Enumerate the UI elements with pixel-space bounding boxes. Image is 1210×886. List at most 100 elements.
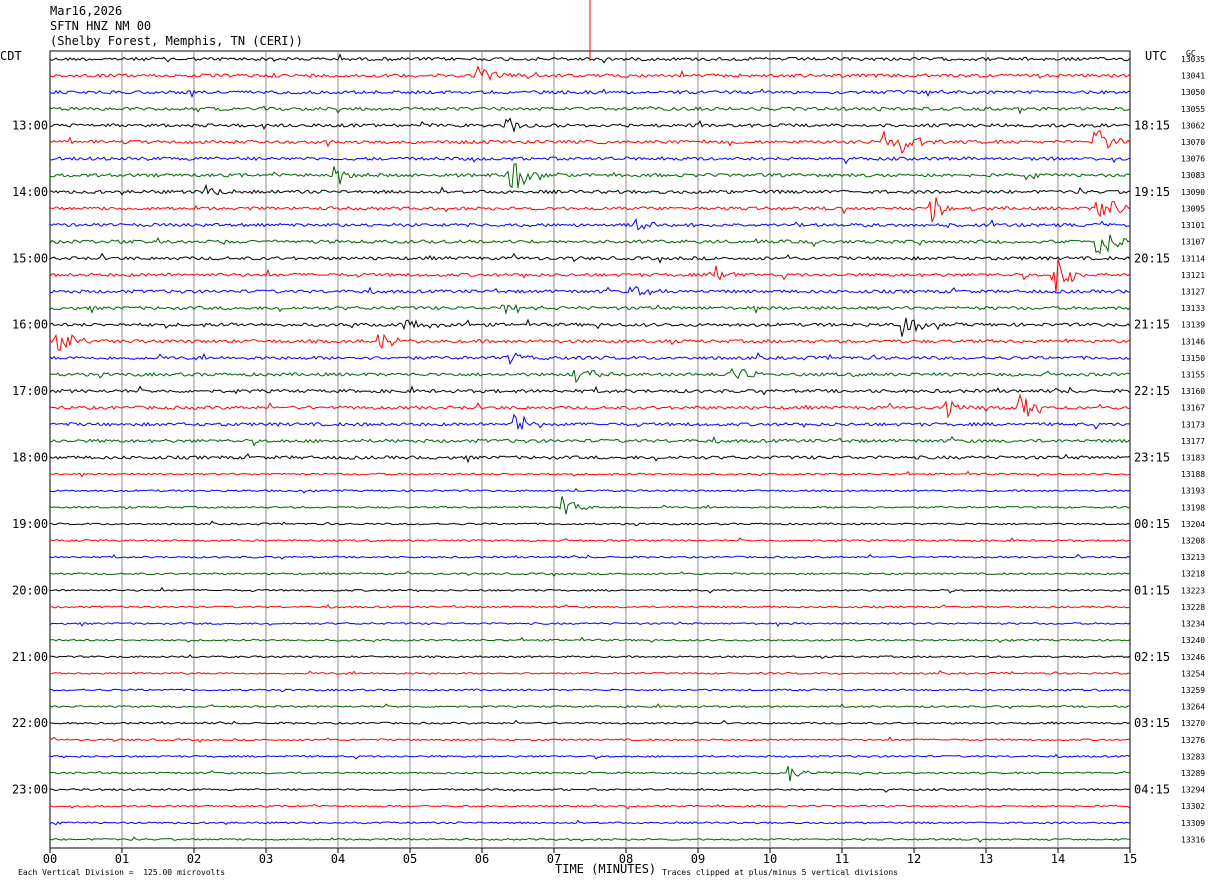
trace-row-35 [49, 636, 1131, 644]
trace-row-37 [49, 669, 1131, 675]
x-tick-label: 13 [979, 852, 993, 866]
cdt-hour-label: 19:00 [12, 517, 48, 531]
gc-count-22: 13173 [1181, 420, 1205, 429]
gc-count-43: 13289 [1181, 769, 1205, 778]
gc-count-36: 13246 [1181, 653, 1205, 662]
gc-count-33: 13228 [1181, 603, 1205, 612]
utc-hour-label: 18:15 [1134, 118, 1170, 132]
trace-row-22 [49, 413, 1130, 431]
trace-row-11 [49, 234, 1131, 255]
trace-row-18 [49, 351, 1131, 366]
trace-row-44 [50, 787, 1131, 793]
gc-count-40: 13270 [1181, 719, 1205, 728]
x-tick-label: 03 [259, 852, 273, 866]
trace-row-32 [49, 586, 1131, 594]
cdt-hour-label: 23:00 [12, 783, 48, 797]
cdt-hour-label: 20:00 [12, 583, 48, 597]
gc-count-6: 13076 [1181, 155, 1205, 164]
gc-count-17: 13146 [1181, 337, 1205, 346]
trace-row-20 [49, 385, 1131, 396]
trace-row-27 [49, 496, 1131, 515]
gc-count-3: 13055 [1181, 105, 1205, 114]
gc-count-23: 13177 [1181, 437, 1205, 446]
utc-hour-label: 03:15 [1134, 716, 1170, 730]
x-tick-label: 02 [187, 852, 201, 866]
x-tick-label: 12 [907, 852, 921, 866]
x-tick-label: 14 [1051, 852, 1065, 866]
trace-row-12 [49, 252, 1131, 264]
gc-count-7: 13083 [1181, 171, 1205, 180]
gc-count-29: 13208 [1181, 537, 1205, 546]
x-tick-label: 11 [835, 852, 849, 866]
gc-count-46: 13309 [1181, 819, 1205, 828]
utc-hour-label: 22:15 [1134, 384, 1170, 398]
cdt-hour-label: 16:00 [12, 318, 48, 332]
gc-count-25: 13188 [1181, 470, 1205, 479]
x-tick-label: 15 [1123, 852, 1137, 866]
x-tick-label: 09 [691, 852, 705, 866]
trace-row-24 [49, 453, 1131, 464]
trace-row-23 [49, 436, 1131, 447]
gc-count-10: 13101 [1181, 221, 1205, 230]
trace-row-3 [49, 105, 1131, 115]
gc-count-1: 13041 [1181, 72, 1205, 81]
cdt-hour-label: 21:00 [12, 650, 48, 664]
trace-row-42 [49, 753, 1131, 760]
trace-row-29 [49, 537, 1131, 543]
trace-row-34 [49, 621, 1131, 627]
gc-count-28: 13204 [1181, 520, 1205, 529]
gc-count-41: 13276 [1181, 736, 1205, 745]
gc-count-14: 13127 [1181, 287, 1205, 296]
x-tick-label: 00 [43, 852, 57, 866]
trace-row-5 [49, 129, 1131, 155]
trace-row-28 [49, 520, 1131, 527]
gc-count-30: 13213 [1181, 553, 1205, 562]
trace-row-19 [49, 367, 1131, 384]
trace-row-25 [49, 470, 1131, 478]
trace-row-17 [49, 333, 1131, 352]
gc-count-45: 13302 [1181, 802, 1205, 811]
scale-note: Each Vertical Division = 125.00 microvol… [18, 868, 226, 877]
trace-row-2 [49, 88, 1131, 99]
trace-row-41 [49, 736, 1131, 744]
trace-row-4 [50, 117, 1131, 134]
x-tick-label: 04 [331, 852, 345, 866]
gc-count-9: 13095 [1181, 204, 1205, 213]
gc-count-42: 13283 [1181, 752, 1205, 761]
trace-row-30 [49, 553, 1131, 560]
gc-count-8: 13090 [1181, 188, 1205, 197]
helicorder-chart: 13035 13041 13050 13055 13062 13070 13076 13083… [12, 0, 1205, 866]
trace-row-45 [49, 803, 1131, 810]
gc-count-12: 13114 [1181, 254, 1205, 263]
plot-frame [49, 50, 1131, 849]
clip-note: Traces clipped at plus/minus 5 vertical … [662, 868, 899, 877]
trace-row-14 [49, 285, 1131, 296]
trace-row-38 [49, 688, 1131, 693]
gc-count-19: 13155 [1181, 370, 1205, 379]
gc-count-2: 13050 [1181, 88, 1205, 97]
trace-row-10 [49, 218, 1130, 231]
gc-count-27: 13198 [1181, 503, 1205, 512]
utc-hour-label: 19:15 [1134, 185, 1170, 199]
cdt-hour-label: 14:00 [12, 185, 48, 199]
gc-count-26: 13193 [1181, 487, 1205, 496]
gc-count-34: 13234 [1181, 620, 1205, 629]
trace-row-6 [49, 155, 1131, 165]
trace-row-33 [49, 604, 1131, 609]
cdt-hour-label: 15:00 [12, 251, 48, 265]
gc-count-38: 13259 [1181, 686, 1205, 695]
gc-count-32: 13223 [1181, 586, 1205, 595]
x-axis-title: TIME (MINUTES) [555, 862, 657, 876]
gc-count-13: 13121 [1181, 271, 1205, 280]
cdt-hour-label: 22:00 [12, 716, 48, 730]
x-tick-label: 05 [403, 852, 417, 866]
trace-row-31 [49, 570, 1131, 577]
trace-row-39 [49, 703, 1131, 710]
utc-hour-label: 20:15 [1134, 251, 1170, 265]
trace-row-16 [49, 317, 1131, 337]
trace-row-1 [49, 65, 1131, 81]
trace-row-36 [49, 654, 1131, 660]
gc-count-39: 13264 [1181, 703, 1205, 712]
trace-row-47 [49, 836, 1131, 843]
gc-count-4: 13062 [1181, 121, 1205, 130]
